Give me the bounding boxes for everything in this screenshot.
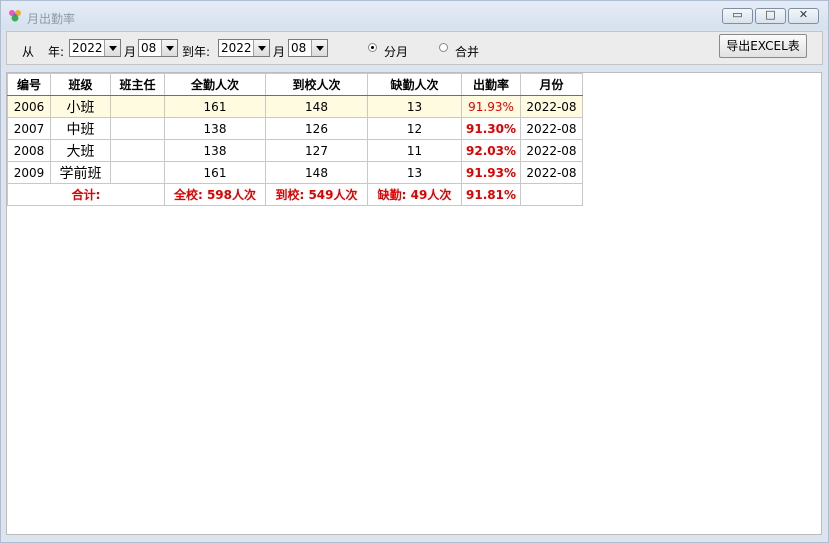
col-header-full[interactable]: 全勤人次 <box>164 73 266 96</box>
cell-id: 2008 <box>7 139 51 162</box>
export-excel-button[interactable]: 导出EXCEL表 <box>719 34 807 58</box>
cell-full: 161 <box>164 95 266 118</box>
minimize-icon: ▭ <box>732 8 743 21</box>
total-absent: 缺勤: 49人次 <box>367 183 462 206</box>
table-row[interactable]: 2008 大班 138 127 11 92.03% 2022-08 <box>7 139 583 162</box>
radio-monthly-label[interactable]: 分月 <box>384 43 408 60</box>
total-month <box>520 183 583 206</box>
cell-teacher <box>110 161 165 184</box>
col-header-month[interactable]: 月份 <box>520 73 583 96</box>
col-header-id[interactable]: 编号 <box>7 73 51 96</box>
cell-arrived: 126 <box>265 117 368 140</box>
maximize-button[interactable]: □ <box>755 8 786 24</box>
chevron-down-icon[interactable] <box>311 40 327 56</box>
col-header-teacher[interactable]: 班主任 <box>110 73 165 96</box>
chevron-down-icon[interactable] <box>161 40 177 56</box>
total-label: 合计: <box>7 183 165 206</box>
cell-class: 中班 <box>50 117 111 140</box>
month-from-value: 08 <box>141 41 157 55</box>
cell-rate: 91.93% <box>461 95 521 118</box>
window-controls: ▭ □ ✕ <box>722 8 819 26</box>
cell-id: 2007 <box>7 117 51 140</box>
month-from-select[interactable]: 08 <box>138 39 178 57</box>
cell-month: 2022-08 <box>520 117 583 140</box>
from-label: 从 <box>22 45 35 59</box>
cell-arrived: 148 <box>265 161 368 184</box>
cell-absent: 13 <box>367 161 462 184</box>
cell-class: 小班 <box>50 95 111 118</box>
cell-arrived: 127 <box>265 139 368 162</box>
table-total-row: 合计: 全校: 598人次 到校: 549人次 缺勤: 49人次 91.81% <box>7 183 583 206</box>
chevron-down-icon[interactable] <box>253 40 269 56</box>
cell-month: 2022-08 <box>520 95 583 118</box>
cell-id: 2006 <box>7 95 51 118</box>
to-year-label: 到年: <box>182 45 211 59</box>
month-label: 月 <box>124 45 137 59</box>
cell-rate: 91.30% <box>461 117 521 140</box>
app-window: 月出勤率 ▭ □ ✕ 从 年: 2022 月 08 到年: 2022 月 08 … <box>0 0 829 543</box>
chevron-down-icon[interactable] <box>104 40 120 56</box>
title-bar[interactable]: 月出勤率 ▭ □ ✕ <box>1 1 828 30</box>
total-rate: 91.81% <box>461 183 521 206</box>
cell-rate: 92.03% <box>461 139 521 162</box>
table-row[interactable]: 2006 小班 161 148 13 91.93% 2022-08 <box>7 95 583 118</box>
table-row[interactable]: 2009 学前班 161 148 13 91.93% 2022-08 <box>7 161 583 184</box>
cell-full: 138 <box>164 139 266 162</box>
col-header-class[interactable]: 班级 <box>50 73 111 96</box>
month-label-2: 月 <box>273 45 286 59</box>
close-icon: ✕ <box>798 8 809 21</box>
maximize-icon: □ <box>765 8 776 21</box>
year-label: 年: <box>48 45 65 59</box>
col-header-arrived[interactable]: 到校人次 <box>265 73 368 96</box>
year-from-select[interactable]: 2022 <box>69 39 121 57</box>
table-header-row: 编号 班级 班主任 全勤人次 到校人次 缺勤人次 出勤率 月份 <box>7 73 583 96</box>
table-row[interactable]: 2007 中班 138 126 12 91.30% 2022-08 <box>7 117 583 140</box>
cell-full: 138 <box>164 117 266 140</box>
radio-monthly[interactable] <box>368 43 377 52</box>
year-to-value: 2022 <box>221 41 252 55</box>
close-button[interactable]: ✕ <box>788 8 819 24</box>
cell-absent: 13 <box>367 95 462 118</box>
cell-class: 大班 <box>50 139 111 162</box>
cell-month: 2022-08 <box>520 161 583 184</box>
data-grid-area: 编号 班级 班主任 全勤人次 到校人次 缺勤人次 出勤率 月份 2006 小班 … <box>6 72 822 535</box>
app-icon <box>9 10 21 22</box>
total-arrived: 到校: 549人次 <box>265 183 368 206</box>
total-full: 全校: 598人次 <box>164 183 266 206</box>
window-title: 月出勤率 <box>27 12 76 26</box>
cell-teacher <box>110 139 165 162</box>
minimize-button[interactable]: ▭ <box>722 8 753 24</box>
cell-class: 学前班 <box>50 161 111 184</box>
radio-merge[interactable] <box>439 43 448 52</box>
cell-full: 161 <box>164 161 266 184</box>
cell-id: 2009 <box>7 161 51 184</box>
year-from-value: 2022 <box>72 41 103 55</box>
month-to-select[interactable]: 08 <box>288 39 328 57</box>
col-header-absent[interactable]: 缺勤人次 <box>367 73 462 96</box>
cell-month: 2022-08 <box>520 139 583 162</box>
filter-toolbar: 从 年: 2022 月 08 到年: 2022 月 08 分月 合并 导出EXC… <box>6 31 823 65</box>
radio-merge-label[interactable]: 合并 <box>455 43 479 60</box>
cell-rate: 91.93% <box>461 161 521 184</box>
cell-absent: 12 <box>367 117 462 140</box>
cell-absent: 11 <box>367 139 462 162</box>
month-to-value: 08 <box>291 41 307 55</box>
attendance-table: 编号 班级 班主任 全勤人次 到校人次 缺勤人次 出勤率 月份 2006 小班 … <box>7 73 583 206</box>
cell-teacher <box>110 95 165 118</box>
col-header-rate[interactable]: 出勤率 <box>461 73 521 96</box>
cell-teacher <box>110 117 165 140</box>
year-to-select[interactable]: 2022 <box>218 39 270 57</box>
cell-arrived: 148 <box>265 95 368 118</box>
